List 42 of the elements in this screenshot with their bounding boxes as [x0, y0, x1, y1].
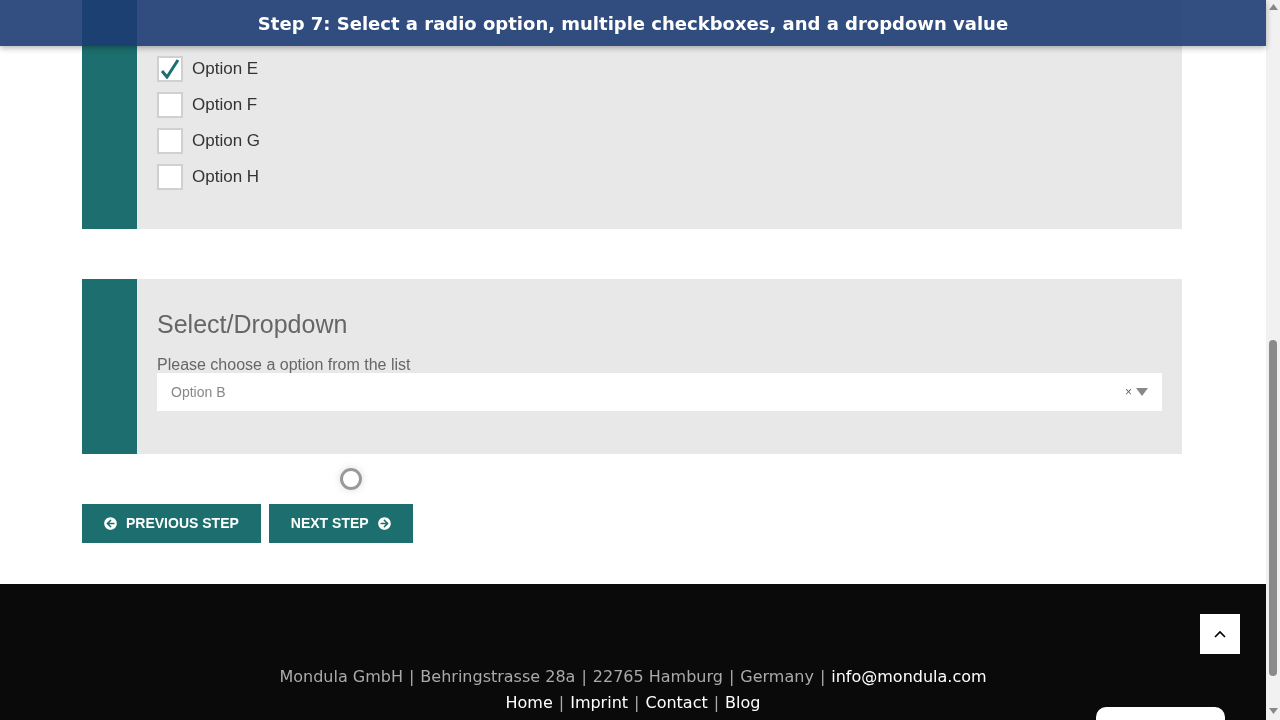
- previous-step-button[interactable]: PREVIOUS STEP: [82, 504, 261, 543]
- scrollbar[interactable]: [1266, 0, 1280, 720]
- checkbox-label: Option F: [192, 94, 258, 117]
- footer-address-text: Behringstrasse 28a: [420, 666, 576, 688]
- separator: |: [581, 666, 587, 688]
- separator: |: [408, 666, 415, 688]
- footer-link[interactable]: Contact: [645, 690, 708, 716]
- dropdown-select[interactable]: Option B ×: [157, 373, 1162, 411]
- dropdown-arrow-icon: [1136, 388, 1148, 396]
- separator: |: [634, 692, 640, 714]
- clear-selection[interactable]: ×: [1125, 383, 1132, 401]
- footer-link[interactable]: Home: [505, 690, 553, 716]
- arrow-right-icon: [377, 517, 391, 530]
- banner-title: Step 7: Select a radio option, multiple checkboxes, and a dropdown value: [257, 11, 1009, 36]
- footer-address-text: 22765 Hamburg: [592, 666, 723, 688]
- section-title: Select/Dropdown: [157, 309, 349, 339]
- scroll-up-arrow-icon[interactable]: [1268, 4, 1278, 10]
- checkbox[interactable]: [157, 56, 183, 82]
- checkbox[interactable]: [157, 92, 183, 118]
- footer-address-text: Mondula GmbH: [279, 666, 403, 688]
- footer-link[interactable]: Imprint: [570, 690, 629, 716]
- checkbox-label: Option G: [192, 130, 261, 153]
- scrollbar-thumb[interactable]: [1269, 340, 1277, 676]
- selected-value: Option B: [171, 382, 227, 402]
- arrow-left-icon: [104, 517, 117, 530]
- checkbox[interactable]: [157, 164, 183, 190]
- footer-link[interactable]: Blog: [725, 690, 761, 716]
- field-label: Please choose a option from the list: [157, 355, 412, 375]
- email-link[interactable]: info@mondula.com: [831, 664, 987, 690]
- next-step-button[interactable]: NEXT STEP: [268, 504, 413, 543]
- separator: |: [713, 692, 720, 714]
- checkbox[interactable]: [157, 128, 183, 154]
- checkbox-label: Option E: [192, 58, 259, 81]
- chevron-up-icon: [1214, 630, 1226, 638]
- scroll-down-arrow-icon[interactable]: [1268, 708, 1278, 714]
- separator: |: [728, 666, 735, 688]
- checkbox-label: Option H: [192, 166, 260, 189]
- separator: |: [819, 666, 826, 688]
- footer-address-text: Germany: [740, 666, 814, 688]
- separator: |: [558, 692, 565, 714]
- check-icon: [160, 59, 180, 79]
- loading-spinner-icon: [340, 468, 362, 490]
